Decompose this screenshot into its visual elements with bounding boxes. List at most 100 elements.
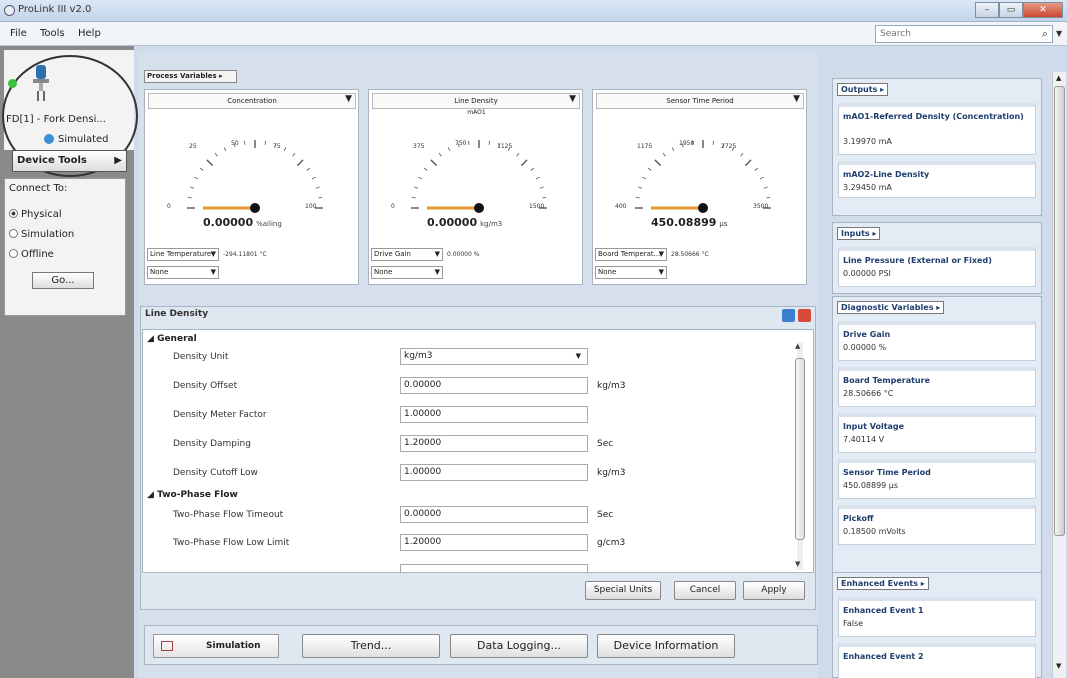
variable-card[interactable]: Input Voltage 7.40114 V: [838, 413, 1036, 453]
tick-label: 1950: [679, 140, 695, 147]
section-header-events[interactable]: Enhanced Events ▸: [837, 577, 929, 590]
variable-name: Line Pressure (External or Fixed): [843, 256, 992, 265]
grid-scrollbar[interactable]: ▲ ▼: [795, 342, 805, 570]
close-button[interactable]: ✕: [1023, 2, 1063, 18]
search-input[interactable]: [876, 26, 1026, 42]
search-icon[interactable]: ⌕: [1042, 27, 1048, 41]
data-logging-button[interactable]: Data Logging...: [450, 634, 588, 658]
variable-value: 0.00000 %: [843, 343, 887, 352]
tertiary-variable-select[interactable]: None ▼: [595, 266, 667, 279]
gauge-tick: [206, 159, 214, 167]
chevron-down-icon[interactable]: ▼: [1056, 25, 1066, 43]
variable-card[interactable]: Board Temperature 28.50666 °C: [838, 367, 1036, 407]
gauge-value-number: 450.08899: [651, 216, 717, 229]
device-tools-button[interactable]: Device Tools ▶: [12, 150, 127, 172]
radio-physical[interactable]: Physical: [9, 209, 62, 220]
variable-card[interactable]: Pickoff 0.18500 mVolts: [838, 505, 1036, 545]
secondary-variable-value: 28.50666 °C: [671, 251, 709, 258]
menu-tools[interactable]: Tools: [40, 28, 65, 39]
cancel-button[interactable]: Cancel: [674, 581, 736, 600]
gauge-select[interactable]: Line Density: [372, 93, 580, 109]
menu-file[interactable]: File: [10, 28, 27, 39]
gauge-tick: [759, 176, 764, 180]
radio-simulation[interactable]: Simulation: [9, 229, 74, 240]
tertiary-variable-select[interactable]: None ▼: [371, 266, 443, 279]
scroll-down-icon[interactable]: ▼: [795, 560, 800, 568]
gauge-tick: [190, 186, 195, 189]
close-icon[interactable]: [798, 309, 811, 322]
apply-button[interactable]: Apply: [743, 581, 805, 600]
chevron-down-icon: ▼: [658, 268, 664, 276]
variable-name: Drive Gain: [843, 330, 891, 339]
right-scrollbar[interactable]: ▲ ▼: [1052, 72, 1066, 678]
variable-card[interactable]: Enhanced Event 2: [838, 643, 1036, 678]
select-text: None: [150, 268, 169, 276]
partial-input[interactable]: [400, 564, 588, 572]
section-header-outputs[interactable]: Outputs ▸: [837, 83, 889, 96]
device-name[interactable]: FD[1] - Fork Densi...: [6, 114, 106, 125]
process-variables-button[interactable]: Process Variables ▸: [144, 70, 237, 83]
secondary-variable-select[interactable]: Board Temperat... ▼: [595, 248, 667, 261]
app-icon: [4, 5, 15, 16]
secondary-variable-select[interactable]: Drive Gain ▼: [371, 248, 443, 261]
secondary-variable-select[interactable]: Line Temperature ▼: [147, 248, 219, 261]
trend-button[interactable]: Trend...: [302, 634, 440, 658]
simulation-icon: [161, 641, 173, 651]
play-arrow-icon: ▶: [114, 155, 122, 166]
density-unit-select[interactable]: kg/m3 ▼: [400, 348, 588, 365]
section-inputs: Inputs ▸ Line Pressure (External or Fixed…: [832, 222, 1042, 294]
variable-name: Sensor Time Period: [843, 468, 931, 477]
gauge-tick: [423, 167, 428, 171]
bottom-bar: Simulation Trend... Data Logging... Devi…: [144, 625, 818, 665]
gauge-select[interactable]: Sensor Time Period: [596, 93, 804, 109]
gauge-tick: [418, 176, 423, 180]
minimize-button[interactable]: –: [975, 2, 999, 18]
chevron-down-icon[interactable]: ▼: [569, 94, 576, 104]
prop-label: Density Meter Factor: [173, 410, 267, 420]
section-general[interactable]: ◢ General: [147, 334, 197, 344]
go-button[interactable]: Go...: [32, 272, 94, 289]
menu-help[interactable]: Help: [78, 28, 101, 39]
variable-card[interactable]: mAO1-Referred Density (Concentration) 3.1…: [838, 103, 1036, 155]
tertiary-variable-select[interactable]: None ▼: [147, 266, 219, 279]
scroll-up-icon[interactable]: ▲: [1056, 74, 1061, 82]
section-header-inputs[interactable]: Inputs ▸: [837, 227, 881, 240]
density-meter-factor-input[interactable]: 1.00000: [400, 406, 588, 423]
maximize-button[interactable]: ▭: [999, 2, 1023, 18]
density-damping-input[interactable]: 1.20000: [400, 435, 588, 452]
prop-label: Two-Phase Flow Timeout: [173, 510, 284, 520]
scroll-thumb[interactable]: [795, 358, 805, 540]
section-two-phase[interactable]: ◢ Two-Phase Flow: [147, 490, 238, 500]
prop-label: Two-Phase Flow Low Limit: [173, 538, 290, 548]
gauge-tick: [214, 152, 218, 157]
gauge-tick: [318, 196, 323, 199]
variable-card[interactable]: Drive Gain 0.00000 %: [838, 321, 1036, 361]
gauge-tick: [467, 140, 470, 145]
simulated-icon: [44, 134, 54, 144]
variable-value: False: [843, 619, 864, 628]
two-phase-timeout-input[interactable]: 0.00000: [400, 506, 588, 523]
scroll-up-icon[interactable]: ▲: [795, 342, 800, 350]
variable-card[interactable]: Enhanced Event 1 False: [838, 597, 1036, 637]
variable-card[interactable]: Sensor Time Period 450.08899 µs: [838, 459, 1036, 499]
simulation-tile[interactable]: Simulation: [153, 634, 279, 658]
scroll-thumb[interactable]: [1054, 86, 1065, 536]
gauge-select[interactable]: Concentration: [148, 93, 356, 109]
density-cutoff-input[interactable]: 1.00000: [400, 464, 588, 481]
gauge-tick: [199, 167, 204, 171]
variable-value: 28.50666 °C: [843, 389, 894, 398]
section-header-diag[interactable]: Diagnostic Variables ▸: [837, 301, 945, 314]
chevron-down-icon[interactable]: ▼: [345, 94, 352, 104]
line-density-panel: Line Density ◢ General Density Unit kg/m…: [140, 306, 816, 610]
chevron-down-icon[interactable]: ▼: [793, 94, 800, 104]
scroll-down-icon[interactable]: ▼: [1056, 662, 1061, 670]
device-information-button[interactable]: Device Information: [597, 634, 735, 658]
menu-bar: File Tools Help ⌕: [0, 22, 1067, 46]
help-icon[interactable]: [782, 309, 795, 322]
two-phase-low-limit-input[interactable]: 1.20000: [400, 534, 588, 551]
density-offset-input[interactable]: 0.00000: [400, 377, 588, 394]
variable-card[interactable]: mAO2-Line Density 3.29450 mA: [838, 161, 1036, 198]
radio-offline[interactable]: Offline: [9, 249, 54, 260]
variable-card[interactable]: Line Pressure (External or Fixed) 0.00000…: [838, 247, 1036, 287]
special-units-button[interactable]: Special Units: [585, 581, 661, 600]
